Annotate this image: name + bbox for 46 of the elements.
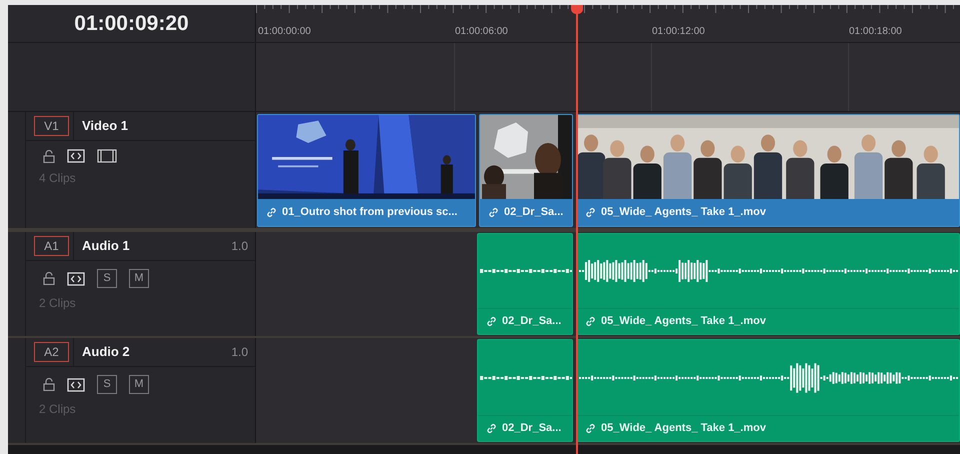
ruler-timecode: 01:00:12:00 <box>652 26 705 37</box>
video-clip[interactable]: 02_Dr_Sa... <box>479 114 573 227</box>
audio-clip[interactable]: 02_Dr_Sa... <box>477 233 573 335</box>
clip-label: 05_Wide_ Agents_ Take 1_.mov <box>601 205 766 220</box>
link-icon <box>266 207 277 218</box>
track-name: Audio 1 <box>82 237 130 256</box>
auto-select-icon[interactable] <box>67 272 85 286</box>
link-icon <box>585 207 596 218</box>
open-lock-icon[interactable] <box>43 272 55 285</box>
track-volume: 1.0 <box>231 344 248 361</box>
link-icon <box>585 423 596 434</box>
track-badge[interactable]: A1 <box>34 236 69 256</box>
timeline-ruler[interactable]: 01:00:00:00 01:00:06:00 01:00:12:00 01:00:18:00 <box>256 5 960 42</box>
timecode-display: 01:00:09:20 <box>74 10 189 37</box>
track-badge[interactable]: A2 <box>34 342 69 362</box>
link-icon <box>486 316 497 327</box>
ruler-timecode: 01:00:00:00 <box>258 26 311 37</box>
clip-label: 02_Dr_Sa... <box>504 205 564 220</box>
audio-clip[interactable]: 05_Wide_ Agents_ Take 1_.mov <box>576 339 960 442</box>
link-icon <box>488 207 499 218</box>
ruler-timecode: 01:00:06:00 <box>455 26 508 37</box>
clip-label: 02_Dr_Sa... <box>502 421 562 436</box>
film-strip-icon[interactable] <box>97 149 117 163</box>
clip-label: 05_Wide_ Agents_ Take 1_.mov <box>601 314 766 330</box>
clip-label: 01_Outro shot from previous sc... <box>282 205 458 220</box>
clip-label: 02_Dr_Sa... <box>502 314 562 330</box>
clip-label: 05_Wide_ Agents_ Take 1_.mov <box>601 421 766 436</box>
mute-button[interactable]: M <box>129 375 149 394</box>
link-icon <box>585 316 596 327</box>
track-volume: 1.0 <box>231 238 248 255</box>
solo-button[interactable]: S <box>97 269 117 288</box>
mute-button[interactable]: M <box>129 269 149 288</box>
solo-button[interactable]: S <box>97 375 117 394</box>
auto-select-icon[interactable] <box>67 378 85 392</box>
track-name: Video 1 <box>82 117 128 136</box>
video-clip[interactable]: 01_Outro shot from previous sc... <box>257 114 476 227</box>
track-name: Audio 2 <box>82 343 130 362</box>
open-lock-icon[interactable] <box>43 150 55 162</box>
open-lock-icon[interactable] <box>43 378 55 391</box>
audio-clip[interactable]: 05_Wide_ Agents_ Take 1_.mov <box>576 233 960 335</box>
audio-clip[interactable]: 02_Dr_Sa... <box>477 339 573 442</box>
ruler-timecode: 01:00:18:00 <box>849 26 902 37</box>
track-badge[interactable]: V1 <box>34 116 69 136</box>
video-clip[interactable]: 05_Wide_ Agents_ Take 1_.mov <box>576 114 960 227</box>
link-icon <box>486 423 497 434</box>
auto-select-icon[interactable] <box>67 149 85 163</box>
